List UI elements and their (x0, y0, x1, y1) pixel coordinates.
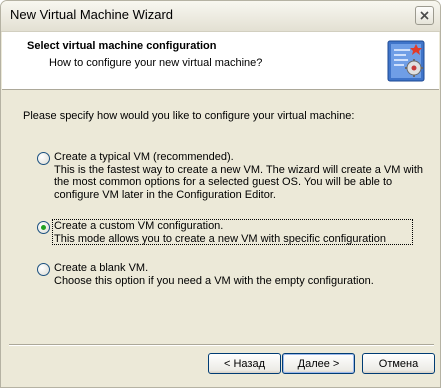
option-typical-label: Create a typical VM (recommended). (54, 151, 234, 163)
footer-separator (9, 344, 434, 346)
wizard-gear-icon (387, 40, 425, 82)
window-title: New Virtual Machine Wizard (10, 7, 174, 22)
header-title: Select virtual machine configuration (27, 40, 217, 52)
title-bar[interactable]: New Virtual Machine Wizard (1, 1, 440, 32)
radio-typical-vm[interactable] (37, 152, 50, 165)
radio-custom-vm[interactable] (37, 221, 50, 234)
next-button[interactable]: Далее > (282, 353, 355, 374)
instruction-text: Please specify how would you like to con… (23, 110, 355, 122)
wizard-window: New Virtual Machine Wizard Select virtua… (0, 0, 441, 388)
close-button[interactable] (415, 6, 434, 25)
header-subtitle: How to configure your new virtual machin… (49, 57, 263, 69)
option-typical-desc-line2: the most common options for a selected g… (54, 176, 393, 188)
option-blank-text: Create a blank VM. Choose this option if… (54, 262, 374, 287)
back-button[interactable]: < Назад (208, 353, 281, 374)
option-typical-desc-line3: configure VM later in the Configuration … (54, 188, 276, 201)
close-icon (420, 11, 429, 20)
option-blank-label: Create a blank VM. (54, 262, 149, 274)
option-typical-text: Create a typical VM (recommended). This … (54, 151, 423, 201)
option-typical-desc-line1: This is the fastest way to create a new … (54, 163, 424, 176)
wizard-header: Select virtual machine configuration How… (2, 32, 439, 90)
option-blank-desc-line1: Choose this option if you need a VM with… (54, 274, 374, 287)
cancel-button[interactable]: Отмена (362, 353, 435, 374)
radio-blank-vm[interactable] (37, 263, 50, 276)
option-custom-text: Create a custom VM configuration. This m… (54, 220, 386, 245)
option-custom-label: Create a custom VM configuration. (54, 220, 224, 232)
option-custom-desc-line1: This mode allows you to create a new VM … (54, 232, 386, 245)
